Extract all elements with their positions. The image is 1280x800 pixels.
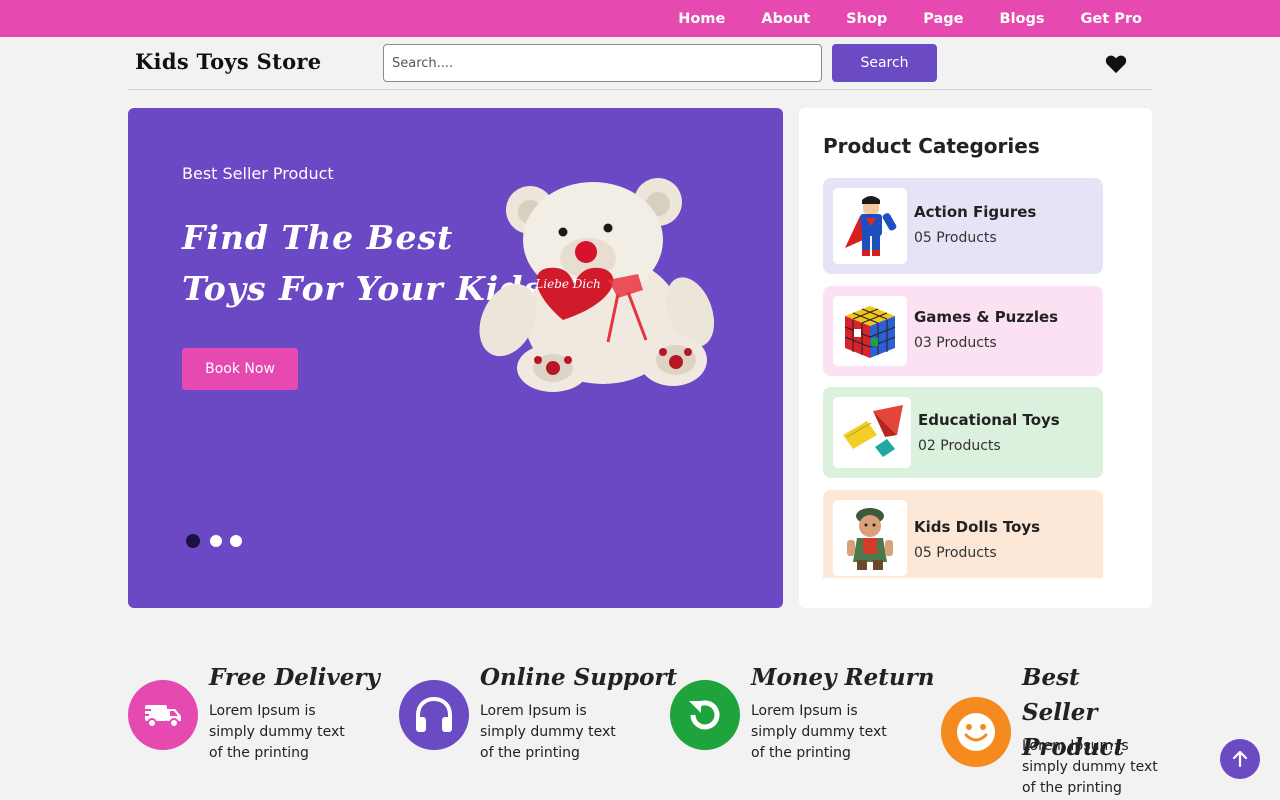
feature-title: Online Support: [480, 664, 678, 691]
teddy-bear-image: Liebe Dich: [479, 178, 715, 392]
headphones-icon: [399, 680, 469, 750]
product-categories-panel: Product Categories Action Figures 05 Pro…: [799, 108, 1152, 608]
nav-about-link[interactable]: About: [761, 11, 810, 27]
smile-icon: [941, 697, 1011, 767]
category-name: Action Figures: [914, 203, 1037, 221]
feature-title: Free Delivery: [209, 664, 380, 691]
categories-title: Product Categories: [823, 134, 1040, 158]
nav-get-pro-link[interactable]: Get Pro: [1081, 11, 1142, 27]
category-name: Kids Dolls Toys: [914, 518, 1041, 536]
hero-banner: Best Seller Product Find The Best Toys F…: [128, 108, 783, 608]
heart-text: Liebe Dich: [534, 277, 600, 291]
category-item-educational-toys[interactable]: Educational Toys 02 Products: [823, 387, 1103, 478]
refresh-icon: [670, 680, 740, 750]
action-figure-thumbnail: [833, 188, 907, 264]
search-button[interactable]: Search: [832, 44, 937, 82]
search-input[interactable]: [383, 44, 822, 82]
category-name: Games & Puzzles: [914, 308, 1059, 326]
rubiks-cube-thumbnail: [833, 296, 907, 366]
hero-subtitle: Best Seller Product: [182, 164, 334, 183]
site-logo[interactable]: Kids Toys Store: [135, 49, 321, 74]
nav-home-link[interactable]: Home: [678, 11, 725, 27]
feature-title: Money Return: [751, 664, 935, 691]
nav-blogs-link[interactable]: Blogs: [1000, 11, 1045, 27]
category-count: 03 Products: [914, 335, 997, 351]
carousel-dot-2[interactable]: [210, 535, 222, 547]
category-item-kids-dolls-toys[interactable]: Kids Dolls Toys 05 Products: [823, 490, 1103, 578]
back-to-top-button[interactable]: [1220, 739, 1260, 779]
site-header: Kids Toys Store Search: [128, 37, 1152, 90]
feature-text: Lorem Ipsum is simply dummy text of the …: [751, 703, 887, 761]
nav-page-link[interactable]: Page: [923, 11, 963, 27]
categories-list[interactable]: Action Figures 05 Products Games & Puzzl…: [823, 178, 1103, 578]
category-item-games-puzzles[interactable]: Games & Puzzles 03 Products: [823, 286, 1103, 376]
category-item-action-figures[interactable]: Action Figures 05 Products: [823, 178, 1103, 274]
main-nav: Home About Shop Page Blogs Get Pro: [642, 0, 1142, 37]
doll-thumbnail: [833, 500, 907, 576]
category-count: 05 Products: [914, 545, 997, 561]
arrow-up-icon: [1232, 750, 1248, 768]
category-name: Educational Toys: [918, 411, 1060, 429]
carousel-dot-1[interactable]: [184, 532, 202, 550]
heart-icon[interactable]: [1105, 54, 1127, 74]
carousel-dot-3[interactable]: [230, 535, 242, 547]
educational-toy-thumbnail: [833, 397, 911, 468]
nav-shop-link[interactable]: Shop: [846, 11, 887, 27]
carousel-dots: [184, 532, 242, 550]
category-count: 02 Products: [918, 438, 1001, 454]
feature-text: Lorem Ipsum is simply dummy text of the …: [209, 703, 345, 761]
feature-text: Lorem Ipsum is simply dummy text of the …: [480, 703, 616, 761]
feature-text: Lorem Ipsum is simply dummy text of the …: [1022, 738, 1158, 796]
category-count: 05 Products: [914, 230, 997, 246]
top-navbar: Home About Shop Page Blogs Get Pro: [0, 0, 1280, 37]
truck-icon: [128, 680, 198, 750]
book-now-button[interactable]: Book Now: [182, 348, 298, 390]
